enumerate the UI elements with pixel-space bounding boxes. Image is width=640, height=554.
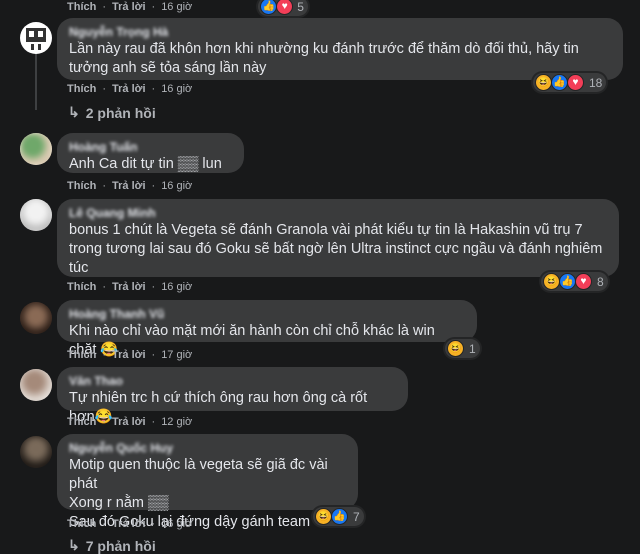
reaction-summary[interactable]: 😆 1 bbox=[445, 339, 480, 358]
previous-comment-actions: Thích · Trả lời · 16 giờ 👍 ♥ 5 bbox=[67, 0, 308, 16]
reply-button[interactable]: Trả lời bbox=[112, 416, 146, 428]
comment-actions: Thích · Trả lời · 16 giờ bbox=[67, 180, 193, 192]
comment-bubble: Văn Thao Tự nhiên trc h cứ thích ông rau… bbox=[57, 367, 408, 425]
like-button[interactable]: Thích bbox=[67, 416, 96, 428]
reaction-summary[interactable]: 😆 👍 7 bbox=[313, 507, 364, 526]
like-button[interactable]: Thích bbox=[67, 349, 96, 361]
comment-actions: Thích · Trả lời · 16 giờ bbox=[67, 281, 193, 293]
reply-button[interactable]: Trả lời bbox=[112, 518, 146, 530]
comment-text: bonus 1 chút là Vegeta sẽ đánh Granola v… bbox=[69, 222, 603, 276]
timestamp: 16 giờ bbox=[161, 83, 193, 95]
reply-button[interactable]: Trả lời bbox=[112, 349, 146, 361]
timestamp: 16 giờ bbox=[161, 0, 193, 13]
view-replies-link[interactable]: ↳ 7 phản hồi bbox=[68, 537, 156, 554]
haha-reaction-icon: 😆 bbox=[447, 340, 464, 357]
comment-text: Lần này rau đã khôn hơn khi nhường ku đá… bbox=[69, 41, 579, 76]
commenter-name[interactable]: Nguyễn Quốc Huy bbox=[69, 440, 346, 456]
love-reaction-icon: ♥ bbox=[575, 273, 592, 290]
haha-reaction-icon: 😆 bbox=[315, 508, 332, 525]
view-replies-link[interactable]: ↳ 2 phản hồi bbox=[68, 104, 156, 121]
comment-bubble: Nguyễn Trọng Hà Lần này rau đã khôn hơn … bbox=[57, 18, 623, 80]
avatar[interactable] bbox=[20, 22, 52, 54]
like-reaction-icon: 👍 bbox=[551, 74, 568, 91]
reply-button[interactable]: Trả lời bbox=[112, 1, 146, 13]
reply-button[interactable]: Trả lời bbox=[112, 180, 146, 192]
comment-actions: Thích · Trả lời · 16 giờ bbox=[67, 83, 193, 95]
reply-arrow-icon: ↳ bbox=[68, 537, 80, 553]
comment-bubble: Hoàng Tuấn Anh Ca dit tự tin ▒▒ lun bbox=[57, 133, 244, 173]
timestamp: 16 giờ bbox=[161, 180, 193, 192]
comment-line: Motip quen thuộc là vegeta sẽ giã đc vài… bbox=[69, 457, 328, 492]
like-button[interactable]: Thích bbox=[67, 83, 96, 95]
avatar[interactable] bbox=[20, 199, 52, 231]
commenter-name[interactable]: Hoàng Tuấn bbox=[69, 139, 232, 155]
reaction-summary[interactable]: 😆 👍 ♥ 8 bbox=[541, 272, 608, 291]
commenter-name[interactable]: Hoàng Thanh Vũ bbox=[69, 306, 465, 322]
avatar[interactable] bbox=[20, 369, 52, 401]
like-button[interactable]: Thích bbox=[67, 281, 96, 293]
timestamp: 12 giờ bbox=[161, 416, 193, 428]
avatar[interactable] bbox=[20, 436, 52, 468]
reply-arrow-icon: ↳ bbox=[68, 104, 80, 120]
love-reaction-icon: ♥ bbox=[276, 0, 294, 15]
avatar[interactable] bbox=[20, 302, 52, 334]
like-button[interactable]: Thích bbox=[67, 1, 96, 13]
commenter-name[interactable]: Lê Quang Minh bbox=[69, 205, 607, 221]
like-reaction-icon: 👍 bbox=[559, 273, 576, 290]
timestamp: 17 giờ bbox=[161, 349, 193, 361]
comment-actions: Thích · Trả lời · 17 giờ bbox=[67, 349, 193, 361]
avatar[interactable] bbox=[20, 133, 52, 165]
avatar-icon bbox=[26, 28, 46, 50]
haha-reaction-icon: 😆 bbox=[543, 273, 560, 290]
like-button[interactable]: Thích bbox=[67, 518, 96, 530]
like-reaction-icon: 👍 bbox=[331, 508, 348, 525]
reaction-summary[interactable]: 😆 👍 ♥ 18 bbox=[533, 73, 607, 92]
thread-line bbox=[35, 52, 37, 110]
love-reaction-icon: ♥ bbox=[567, 74, 584, 91]
reaction-summary[interactable]: 👍 ♥ 5 bbox=[258, 0, 308, 16]
haha-reaction-icon: 😆 bbox=[535, 74, 552, 91]
timestamp: 16 giờ bbox=[161, 281, 193, 293]
comment-actions: Thích · Trả lời · 12 giờ bbox=[67, 416, 193, 428]
commenter-name[interactable]: Văn Thao bbox=[69, 373, 396, 389]
comment-bubble: Nguyễn Quốc Huy Motip quen thuộc là vege… bbox=[57, 434, 358, 530]
comment-bubble: Lê Quang Minh bonus 1 chút là Vegeta sẽ … bbox=[57, 199, 619, 277]
timestamp: 16 giờ bbox=[161, 518, 193, 530]
comment-actions: Thích · Trả lời · 16 giờ bbox=[67, 518, 193, 530]
comment-bubble: Hoàng Thanh Vũ Khi nào chỉ vào mặt mới ă… bbox=[57, 300, 477, 358]
reply-button[interactable]: Trả lời bbox=[112, 281, 146, 293]
like-reaction-icon: 👍 bbox=[260, 0, 278, 15]
like-button[interactable]: Thích bbox=[67, 180, 96, 192]
comment-text: Anh Ca dit tự tin ▒▒ lun bbox=[69, 156, 222, 172]
commenter-name[interactable]: Nguyễn Trọng Hà bbox=[69, 24, 611, 40]
reply-button[interactable]: Trả lời bbox=[112, 83, 146, 95]
comment-line: Xong r nằm ▒▒ bbox=[69, 495, 169, 511]
